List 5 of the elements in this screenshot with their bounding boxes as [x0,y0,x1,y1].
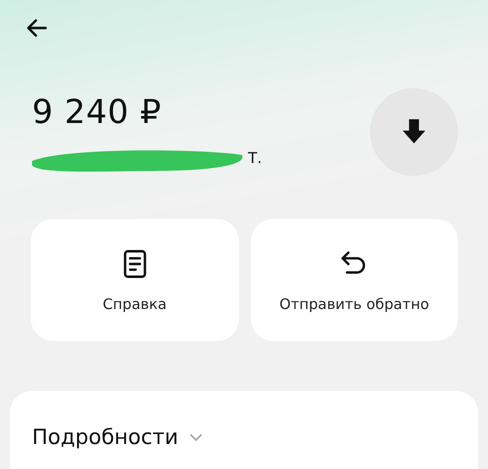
action-button[interactable]: Справка [31,219,238,341]
sender-name: Т. [248,149,262,167]
action-button[interactable]: Отправить обратно [250,219,458,341]
details-title[interactable]: Подробности [32,425,178,449]
amount: 9 240 ₽ [32,92,162,131]
